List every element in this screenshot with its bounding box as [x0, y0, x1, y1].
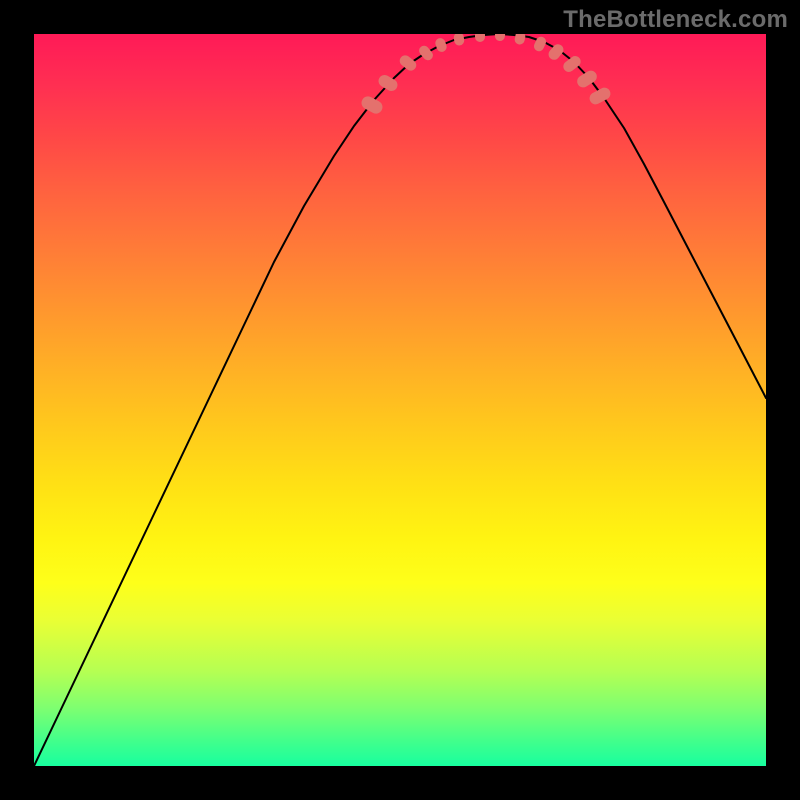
chart-frame: TheBottleneck.com — [0, 0, 800, 800]
plot-area — [34, 34, 766, 766]
curve-marker — [587, 86, 612, 107]
curve-marker — [475, 34, 485, 42]
curve-marker — [417, 44, 435, 63]
curve-marker — [532, 35, 547, 53]
watermark-text: TheBottleneck.com — [563, 6, 788, 34]
curve-marker — [514, 34, 526, 45]
curve-marker — [434, 37, 448, 54]
bottleneck-curve — [34, 34, 766, 766]
curve-marker — [561, 54, 583, 74]
curve-marker — [453, 34, 465, 46]
curve-layer — [34, 34, 766, 766]
curve-marker — [398, 53, 419, 73]
curve-marker — [494, 34, 505, 41]
